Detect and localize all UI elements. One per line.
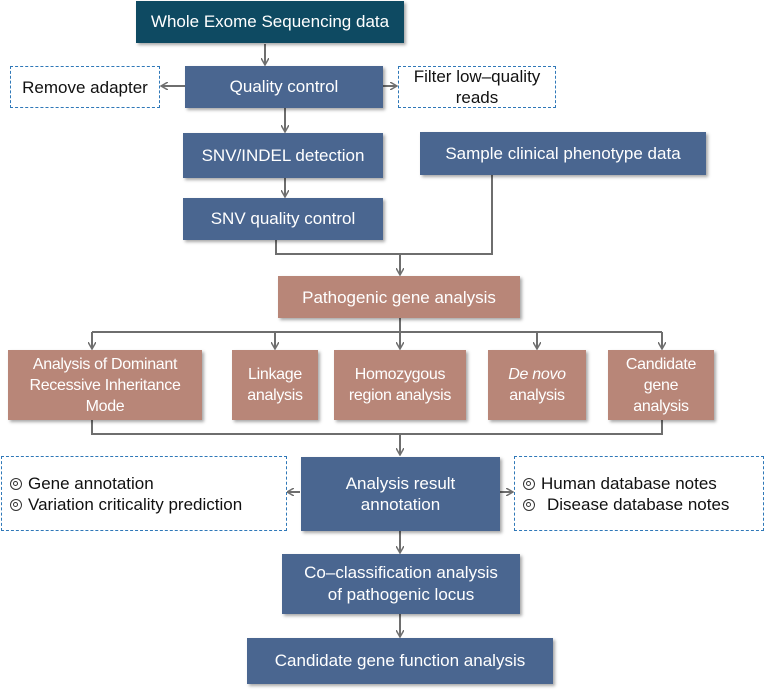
note-text: Variation criticality prediction	[28, 494, 243, 514]
node-homozygous-region-analysis: Homozygous region analysis	[334, 350, 466, 420]
node-whole-exome-sequencing: Whole Exome Sequencing data	[136, 1, 404, 43]
double-circle-icon	[523, 477, 535, 490]
note-database-list: Human database notes Disease database no…	[514, 456, 764, 531]
double-circle-icon	[10, 477, 22, 490]
analysis-label: analysis	[509, 387, 565, 404]
node-clinical-phenotype: Sample clinical phenotype data	[420, 132, 706, 175]
double-circle-icon	[10, 498, 22, 511]
double-circle-icon	[523, 498, 535, 511]
node-candidate-gene-function-analysis: Candidate gene function analysis	[247, 638, 553, 684]
note-text: Disease database notes	[547, 494, 730, 514]
note-text: Human database notes	[541, 473, 717, 493]
note-item: Disease database notes	[523, 494, 729, 515]
note-item: Variation criticality prediction	[10, 494, 242, 515]
node-de-novo-analysis: De novo analysis	[488, 350, 586, 420]
node-quality-control: Quality control	[185, 66, 383, 108]
node-linkage-analysis: Linkage analysis	[232, 350, 318, 420]
node-snv-quality-control: SNV quality control	[183, 198, 383, 240]
node-candidate-gene-analysis: Candidate gene analysis	[608, 350, 714, 420]
node-inheritance-mode-analysis: Analysis of Dominant Recessive Inheritan…	[8, 350, 202, 420]
node-analysis-result-annotation: Analysis result annotation	[301, 457, 500, 531]
node-snv-indel-detection: SNV/INDEL detection	[183, 133, 383, 178]
collect-line	[91, 420, 663, 435]
node-pathogenic-gene-analysis: Pathogenic gene analysis	[278, 276, 520, 318]
note-gene-annotation-list: Gene annotation Variation criticality pr…	[1, 456, 287, 531]
note-remove-adapter: Remove adapter	[10, 66, 160, 108]
note-filter-low-quality-reads: Filter low–quality reads	[398, 66, 556, 108]
de-novo-label: De novo	[508, 366, 566, 383]
node-co-classification-analysis: Co–classification analysis of pathogenic…	[282, 554, 520, 614]
note-item: Human database notes	[523, 473, 717, 494]
note-item: Gene annotation	[10, 473, 154, 494]
note-text: Gene annotation	[28, 473, 154, 493]
